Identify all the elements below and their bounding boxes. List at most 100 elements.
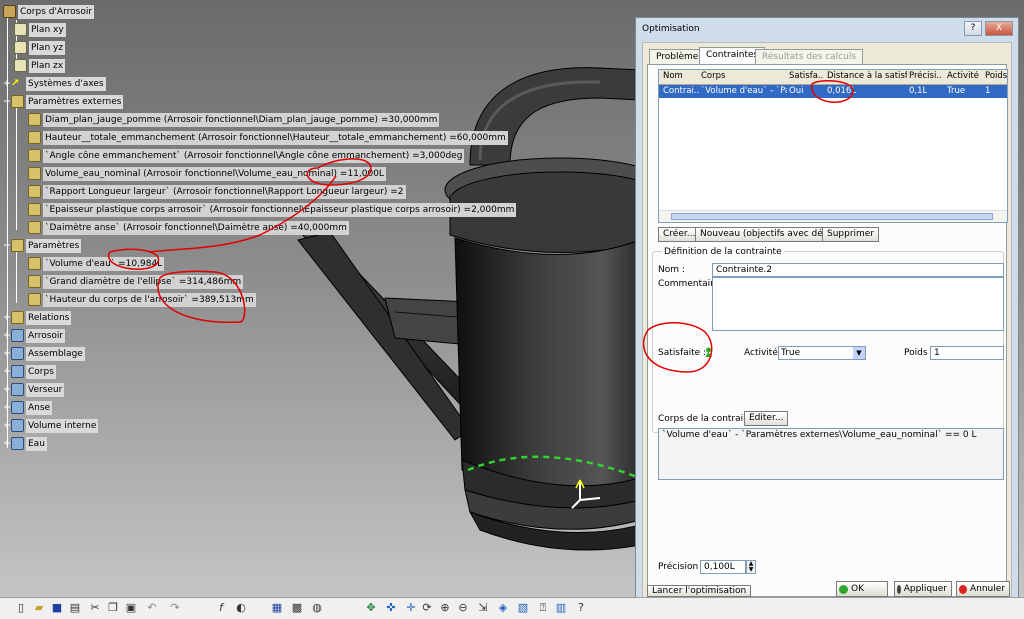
col-nom[interactable]: Nom bbox=[663, 71, 683, 81]
new-icon[interactable]: ▯ bbox=[14, 601, 28, 615]
pan-icon[interactable]: ✜ bbox=[384, 601, 398, 615]
collapse-icon[interactable]: − bbox=[3, 241, 11, 251]
col-poids[interactable]: Poids bbox=[985, 71, 1007, 81]
rotate-icon[interactable]: ⟳ bbox=[420, 601, 434, 615]
tree-item-body[interactable]: + Anse bbox=[3, 400, 53, 415]
col-satisfaite[interactable]: Satisfa... bbox=[789, 71, 823, 81]
help-icon[interactable]: ? bbox=[574, 601, 588, 615]
tree-item-body[interactable]: + Corps bbox=[3, 364, 56, 379]
tree-item-param[interactable]: `Volume d'eau` =10,984L bbox=[28, 256, 165, 271]
tree-item-relations[interactable]: + Relations bbox=[3, 310, 72, 325]
zoom-out-icon[interactable]: ⊖ bbox=[456, 601, 470, 615]
copy-icon[interactable]: ❐ bbox=[106, 601, 120, 615]
help-button[interactable]: ? bbox=[964, 21, 982, 36]
check-icon[interactable]: ◍ bbox=[310, 601, 324, 615]
tree-item-plan-yz[interactable]: Plan yz bbox=[14, 40, 66, 55]
parameter-icon bbox=[28, 275, 41, 288]
tree-item-body[interactable]: + Volume interne bbox=[3, 418, 99, 433]
open-icon[interactable]: ▰ bbox=[32, 601, 46, 615]
comment-field[interactable] bbox=[712, 277, 1004, 331]
close-button[interactable]: X bbox=[985, 21, 1013, 36]
expand-icon[interactable]: + bbox=[3, 313, 11, 323]
iso-view-icon[interactable]: ◈ bbox=[496, 601, 510, 615]
formula-icon[interactable]: f bbox=[214, 601, 228, 615]
tree-item-param[interactable]: `Hauteur du corps de l'arrosoir` =389,51… bbox=[28, 292, 256, 307]
col-corps[interactable]: Corps bbox=[701, 71, 725, 81]
cancel-button[interactable]: Annuler bbox=[956, 581, 1010, 597]
constraint-body-field[interactable]: `Volume d'eau` - `Paramètres externes\Vo… bbox=[658, 428, 1004, 480]
tree-item-param[interactable]: `Grand diamètre de l'ellipse` =314,486mm bbox=[28, 274, 244, 289]
tree-item-plan-xy[interactable]: Plan xy bbox=[14, 22, 66, 37]
chevron-down-icon[interactable]: ▼ bbox=[853, 347, 865, 359]
tree-root[interactable]: Corps d'Arrosoir bbox=[3, 4, 95, 19]
tree-item-param[interactable]: `Epaisseur plastique corps arrosoir` (Ar… bbox=[28, 202, 517, 217]
expand-icon[interactable]: + bbox=[3, 367, 11, 377]
definition-label: Définition de la contrainte bbox=[662, 247, 784, 257]
zoom-in-icon[interactable]: ⊕ bbox=[438, 601, 452, 615]
create-button[interactable]: Créer... bbox=[658, 227, 701, 242]
tab-probleme[interactable]: Problème bbox=[649, 49, 706, 65]
parameter-icon bbox=[28, 203, 41, 216]
swap-icon[interactable]: ▥ bbox=[554, 601, 568, 615]
specification-tree[interactable]: Corps d'Arrosoir Plan xy Plan yz Plan zx… bbox=[0, 0, 640, 600]
expand-icon[interactable]: + bbox=[3, 385, 11, 395]
activity-select[interactable]: True ▼ bbox=[778, 346, 866, 360]
hide-show-icon[interactable]: ⍰ bbox=[536, 601, 550, 615]
expand-icon[interactable]: + bbox=[3, 331, 11, 341]
tree-item-body[interactable]: + Eau bbox=[3, 436, 47, 451]
expand-icon[interactable]: + bbox=[3, 439, 11, 449]
delete-button[interactable]: Supprimer bbox=[822, 227, 880, 242]
collapse-icon[interactable]: − bbox=[3, 97, 11, 107]
parameter-icon bbox=[28, 293, 41, 306]
tree-item-param[interactable]: Hauteur__totale_emmanchement (Arrosoir f… bbox=[28, 130, 508, 145]
tree-item-parameters[interactable]: − Paramètres bbox=[3, 238, 82, 253]
tree-item-param[interactable]: `Angle cône emmanchement` (Arrosoir fonc… bbox=[28, 148, 465, 163]
expand-icon[interactable]: + bbox=[3, 79, 11, 89]
relations-icon bbox=[11, 311, 24, 324]
horizontal-scrollbar[interactable] bbox=[659, 210, 1007, 222]
tab-resultats[interactable]: Résultats des calculs bbox=[755, 49, 864, 65]
knowledge-icon[interactable]: ◐ bbox=[234, 601, 248, 615]
render-icon[interactable]: ▧ bbox=[516, 601, 530, 615]
col-precision[interactable]: Précisi... bbox=[909, 71, 941, 81]
edit-button[interactable]: Editer... bbox=[744, 411, 789, 426]
undo-icon[interactable]: ↶ bbox=[145, 601, 159, 615]
paste-icon[interactable]: ▣ bbox=[124, 601, 138, 615]
cut-icon[interactable]: ✂ bbox=[88, 601, 102, 615]
expand-icon[interactable]: + bbox=[3, 349, 11, 359]
bottom-toolbar: ▯ ▰ ■ ▤ ✂ ❐ ▣ ↶ ↷ f ◐ ▦ ▩ ◍ ✥ ✜ ✛ ⟳ ⊕ ⊖ … bbox=[0, 597, 1024, 619]
expand-icon[interactable]: + bbox=[3, 421, 11, 431]
table-row[interactable]: Contrai... `Volume d'eau` - `Pa... Oui 0… bbox=[659, 85, 1007, 98]
tree-item-param[interactable]: Volume_eau_nominal (Arrosoir fonctionnel… bbox=[28, 166, 386, 181]
precision-spinner[interactable]: ▲ ▼ bbox=[746, 560, 756, 574]
tree-item-body[interactable]: + Assemblage bbox=[3, 346, 85, 361]
constraints-table[interactable]: Nom Corps Satisfa... Distance à la satis… bbox=[658, 69, 1008, 223]
print-icon[interactable]: ▤ bbox=[68, 601, 82, 615]
save-icon[interactable]: ■ bbox=[50, 601, 64, 615]
tree-item-param[interactable]: Diam_plan_jauge_pomme (Arrosoir fonction… bbox=[28, 112, 440, 127]
tree-item-param[interactable]: `Rapport Longueur largeur` (Arrosoir fon… bbox=[28, 184, 406, 199]
redo-icon[interactable]: ↷ bbox=[168, 601, 182, 615]
ok-button[interactable]: OK bbox=[836, 581, 888, 597]
tree-item-plan-zx[interactable]: Plan zx bbox=[14, 58, 66, 73]
normal-view-icon[interactable]: ⇲ bbox=[476, 601, 490, 615]
precision-field[interactable]: 0,100L bbox=[700, 560, 746, 574]
weight-field[interactable]: 1 bbox=[930, 346, 1004, 360]
table-icon[interactable]: ▦ bbox=[270, 601, 284, 615]
tree-item-body[interactable]: + Verseur bbox=[3, 382, 65, 397]
tree-item-param[interactable]: `Daimètre anse` (Arrosoir fonctionnel\Da… bbox=[28, 220, 349, 235]
expand-icon[interactable]: + bbox=[3, 403, 11, 413]
name-field[interactable]: Contrainte.2 bbox=[712, 263, 1004, 277]
fit-all-icon[interactable]: ✥ bbox=[364, 601, 378, 615]
col-activite[interactable]: Activité bbox=[947, 71, 979, 81]
tree-item-external-parameters[interactable]: − Paramètres externes bbox=[3, 94, 124, 109]
tree-item-body[interactable]: + Arrosoir bbox=[3, 328, 66, 343]
tree-item-label: `Daimètre anse` (Arrosoir fonctionnel\Da… bbox=[43, 220, 349, 235]
col-distance[interactable]: Distance à la satisf... bbox=[827, 71, 907, 81]
scrollbar-thumb[interactable] bbox=[671, 213, 993, 220]
apply-button[interactable]: Appliquer bbox=[894, 581, 952, 597]
tree-item-axis-systems[interactable]: + ↗ Systèmes d'axes bbox=[3, 76, 106, 91]
design-table-icon[interactable]: ▩ bbox=[290, 601, 304, 615]
move-icon[interactable]: ✛ bbox=[404, 601, 418, 615]
run-optimisation-button[interactable]: Lancer l'optimisation bbox=[647, 585, 752, 597]
